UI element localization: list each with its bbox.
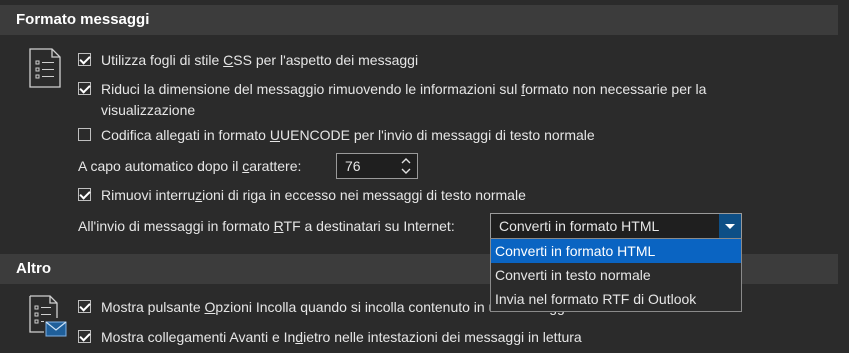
avanti-label: Mostra collegamenti Avanti e Indietro ne… — [101, 329, 582, 345]
spin-up-icon — [401, 158, 411, 164]
riduci-label-line2: visualizzazione — [101, 102, 196, 118]
rtf-dropdown-list[interactable]: Converti in formato HTML Converti in tes… — [490, 238, 742, 312]
dropdown-arrow-icon — [725, 224, 735, 229]
rtf-dropdown-button[interactable] — [719, 214, 741, 238]
uuencode-label: Codifica allegati in formato UUENCODE pe… — [101, 127, 595, 143]
section-title: Altro — [16, 260, 51, 277]
rtf-select[interactable]: Converti in formato HTML — [490, 213, 742, 239]
section-header-formato-messaggi: Formato messaggi — [0, 5, 838, 35]
rtf-selected-value: Converti in formato HTML — [499, 218, 660, 234]
acapo-label: A capo automatico dopo il carattere: — [78, 158, 302, 174]
uuencode-checkbox[interactable] — [78, 128, 91, 141]
rtf-option-rtf[interactable]: Invia nel formato RTF di Outlook — [491, 287, 741, 311]
riduci-checkbox[interactable] — [78, 82, 91, 95]
document-list-icon — [29, 48, 61, 88]
acapo-value[interactable]: 76 — [345, 158, 361, 174]
spin-arrows[interactable] — [401, 155, 411, 177]
section-title: Formato messaggi — [16, 11, 150, 28]
rimuovi-label: Rimuovi interruzioni di riga in eccesso … — [101, 187, 526, 203]
rtf-option-html[interactable]: Converti in formato HTML — [491, 239, 741, 263]
avanti-checkbox[interactable] — [78, 330, 91, 343]
rtf-label: All'invio di messaggi in formato RTF a d… — [78, 218, 455, 234]
riduci-label: Riduci la dimensione del messaggio rimuo… — [101, 81, 707, 97]
spin-down-icon — [401, 168, 411, 174]
css-checkbox[interactable] — [78, 53, 91, 66]
incolla-checkbox[interactable] — [78, 300, 91, 313]
document-mail-icon — [29, 295, 67, 337]
rtf-option-testo[interactable]: Converti in testo normale — [491, 263, 741, 287]
css-label: Utilizza fogli di stile CSS per l'aspett… — [101, 52, 419, 68]
rimuovi-checkbox[interactable] — [78, 188, 91, 201]
acapo-spinner[interactable]: 76 — [336, 153, 418, 179]
